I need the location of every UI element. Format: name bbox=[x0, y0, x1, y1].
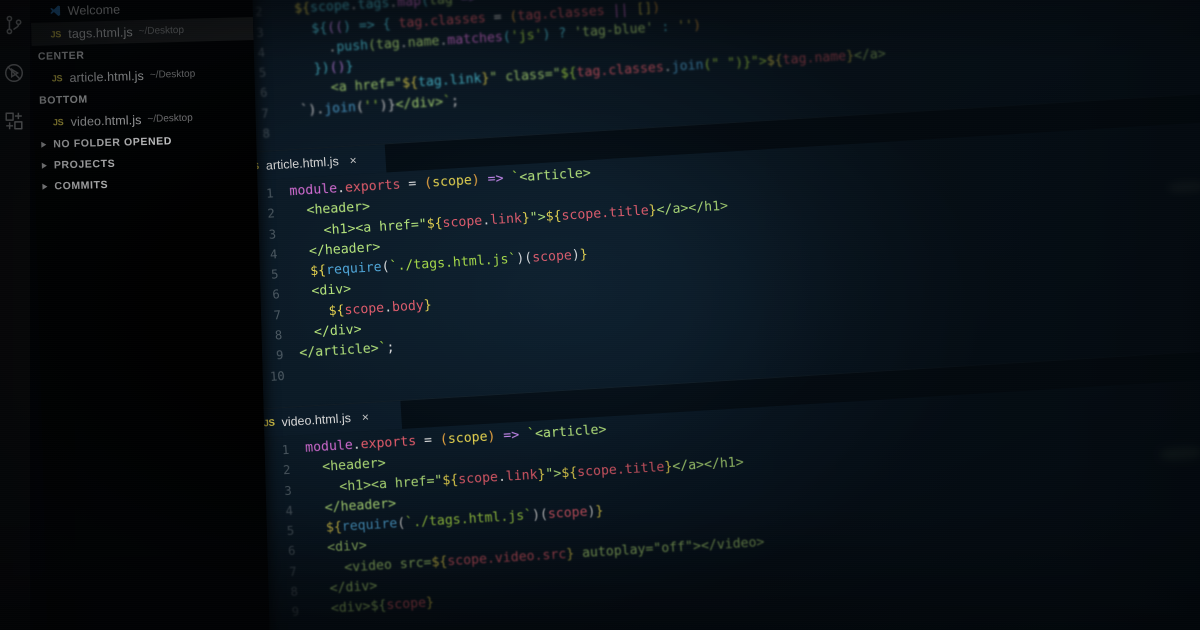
editor-pane-video: JS video.html.js × 1 module.exports = (sc… bbox=[250, 345, 1200, 628]
open-editor-label: Welcome bbox=[67, 2, 121, 18]
open-editor-label: tags.html.js bbox=[68, 24, 133, 41]
close-icon[interactable]: × bbox=[349, 153, 357, 167]
sidebar-section-label: NO FOLDER OPENED bbox=[53, 134, 173, 150]
chevron-right-icon bbox=[41, 141, 47, 148]
run-and-debug-icon[interactable] bbox=[3, 62, 25, 84]
js-badge-label: JS bbox=[50, 28, 62, 39]
sidebar-section-label: COMMITS bbox=[54, 178, 109, 192]
extensions-icon[interactable] bbox=[3, 110, 25, 132]
js-badge-label: JS bbox=[52, 116, 64, 127]
sidebar-section-label: PROJECTS bbox=[53, 157, 116, 171]
open-editor-path: ~/Desktop bbox=[138, 24, 185, 38]
tab-label: video.html.js bbox=[281, 411, 352, 430]
js-file-icon: JS bbox=[263, 417, 275, 429]
js-badge-label: JS bbox=[51, 72, 63, 83]
chevron-right-icon bbox=[41, 162, 47, 169]
open-editor-label: article.html.js bbox=[69, 68, 145, 85]
open-editor-path: ~/Desktop bbox=[149, 68, 196, 81]
vscode-logo-icon bbox=[47, 4, 64, 17]
activity-bar bbox=[0, 0, 30, 630]
explorer-sidebar: Welcome JS tags.html.js ~/Desktop CENTER… bbox=[30, 0, 270, 630]
line-number: 9 bbox=[291, 604, 300, 620]
close-icon[interactable]: × bbox=[361, 410, 369, 424]
tab-label: article.html.js bbox=[265, 154, 340, 173]
chevron-right-icon bbox=[42, 183, 48, 190]
sidebar-empty-area bbox=[35, 193, 270, 630]
screenshot-root: Welcome JS tags.html.js ~/Desktop CENTER… bbox=[0, 0, 1200, 630]
bokeh-highlight bbox=[1168, 180, 1200, 194]
editor-area: 1 class="tags">2 ${scope.tags.map(tag =>… bbox=[222, 0, 1200, 630]
open-editor-path: ~/Desktop bbox=[147, 112, 193, 125]
js-file-icon: JS bbox=[47, 29, 64, 39]
open-editor-label: video.html.js bbox=[70, 112, 142, 129]
js-file-icon: JS bbox=[48, 73, 65, 83]
source-control-icon[interactable] bbox=[3, 14, 25, 36]
js-file-icon: JS bbox=[50, 117, 67, 127]
